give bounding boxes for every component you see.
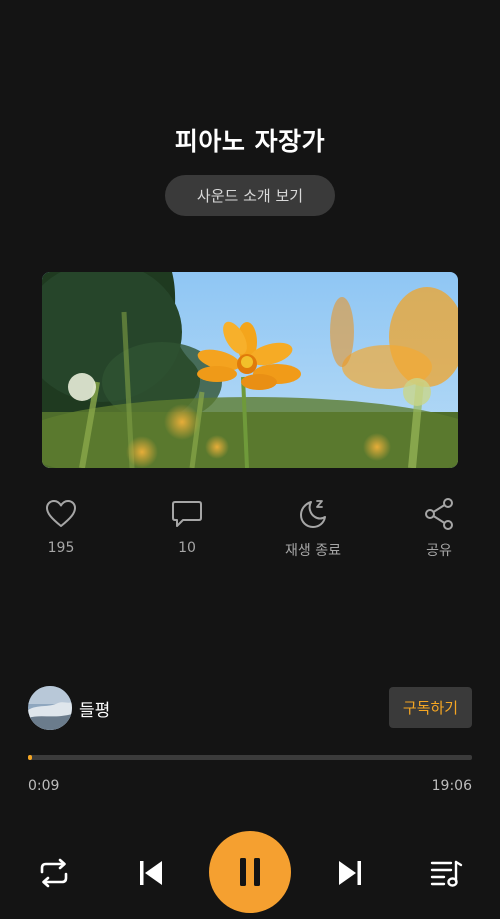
share-icon xyxy=(425,498,453,530)
previous-button[interactable] xyxy=(131,853,171,893)
like-action[interactable]: 195 xyxy=(6,496,116,556)
share-action[interactable]: 공유 xyxy=(384,496,494,560)
track-title: 피아노 자장가 xyxy=(174,127,326,156)
comment-action[interactable]: 10 xyxy=(132,496,242,556)
like-count: 195 xyxy=(47,540,75,556)
channel-name[interactable]: 들평 xyxy=(79,696,110,721)
skip-next-icon xyxy=(339,861,361,885)
channel-avatar[interactable] xyxy=(28,686,72,730)
moon-timer-icon xyxy=(300,500,326,528)
skip-previous-icon xyxy=(140,861,162,885)
progress-fill xyxy=(28,755,32,760)
comment-icon xyxy=(172,501,202,527)
sound-intro-button[interactable]: 사운드 소개 보기 xyxy=(165,175,335,216)
heart-icon xyxy=(46,500,76,527)
pause-button[interactable] xyxy=(209,831,291,913)
share-label: 공유 xyxy=(426,543,452,559)
total-time: 19:06 xyxy=(431,778,472,794)
next-button[interactable] xyxy=(330,853,370,893)
subscribe-button[interactable]: 구독하기 xyxy=(389,687,472,728)
repeat-icon xyxy=(40,858,68,888)
repeat-button[interactable] xyxy=(34,853,74,893)
sleep-timer-label: 재생 종료 xyxy=(285,543,341,559)
current-time: 0:09 xyxy=(28,778,60,794)
playlist-button[interactable] xyxy=(426,853,466,893)
sleep-timer-action[interactable]: 재생 종료 xyxy=(258,496,368,560)
progress-bar[interactable] xyxy=(28,755,472,760)
pause-icon xyxy=(240,858,260,886)
comment-count: 10 xyxy=(178,540,196,556)
track-artwork xyxy=(42,272,458,468)
playlist-icon xyxy=(430,860,463,887)
